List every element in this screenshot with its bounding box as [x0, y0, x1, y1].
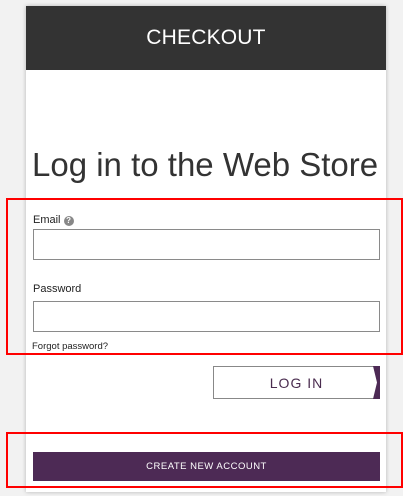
email-field[interactable] [33, 229, 380, 260]
checkout-header: CHECKOUT [26, 6, 386, 70]
password-field[interactable] [33, 301, 380, 332]
create-account-button[interactable]: CREATE NEW ACCOUNT [33, 452, 380, 481]
checkout-panel: CHECKOUT Log in to the Web Store Email? … [26, 6, 386, 492]
email-label: Email [33, 214, 61, 226]
login-button-label: LOG IN [269, 374, 324, 391]
header-title: CHECKOUT [146, 26, 266, 49]
email-label-row: Email? [33, 214, 74, 226]
login-arrow-icon [373, 366, 380, 399]
password-label: Password [33, 283, 82, 295]
help-icon[interactable]: ? [63, 216, 74, 226]
login-button[interactable]: LOG IN [213, 366, 380, 399]
forgot-password-link[interactable]: Forgot password? [32, 341, 108, 352]
page-title: Log in to the Web Store [32, 146, 379, 183]
create-account-label: CREATE NEW ACCOUNT [146, 461, 267, 472]
